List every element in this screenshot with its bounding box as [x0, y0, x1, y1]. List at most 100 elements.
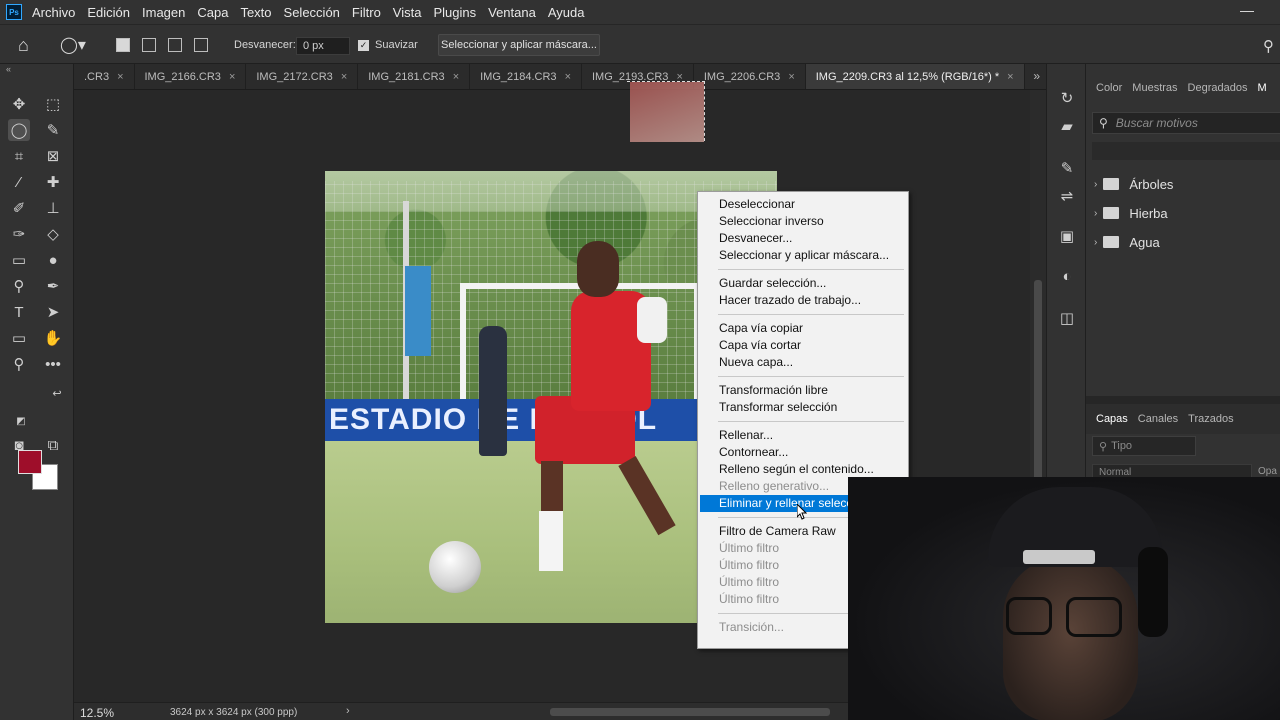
- brush-tool-icon[interactable]: ✐: [8, 197, 30, 219]
- tab-doc-6[interactable]: IMG_2206.CR3 ×: [694, 64, 806, 89]
- context-menu-item[interactable]: Capa vía cortar: [700, 337, 906, 354]
- context-menu-item[interactable]: Desvanecer...: [700, 230, 906, 247]
- libraries-icon[interactable]: ▣: [1057, 226, 1077, 246]
- context-menu-item[interactable]: Seleccionar inverso: [700, 213, 906, 230]
- close-icon[interactable]: ×: [1007, 71, 1013, 83]
- adjustments-icon[interactable]: ⇌: [1057, 186, 1077, 206]
- quick-select-tool-icon[interactable]: ✎: [42, 119, 64, 141]
- close-icon[interactable]: ×: [229, 71, 235, 83]
- context-menu-item[interactable]: Seleccionar y aplicar máscara...: [700, 247, 906, 264]
- tab-doc-1[interactable]: IMG_2166.CR3 ×: [135, 64, 247, 89]
- color-circle-icon[interactable]: ◐: [1057, 266, 1077, 286]
- select-and-mask-button[interactable]: Seleccionar y aplicar máscara...: [438, 34, 600, 56]
- tab-doc-active[interactable]: IMG_2209.CR3 al 12,5% (RGB/16*) * ×: [805, 64, 1025, 89]
- gradient-tool-icon[interactable]: ▭: [8, 249, 30, 271]
- tab-paths[interactable]: Trazados: [1188, 413, 1233, 425]
- zoom-tool-icon[interactable]: ⚲: [8, 353, 30, 375]
- healing-brush-tool-icon[interactable]: ✚: [42, 171, 64, 193]
- menu-imagen[interactable]: Imagen: [142, 5, 185, 20]
- swap-colors-icon[interactable]: ↩: [46, 382, 68, 404]
- context-menu-item[interactable]: Relleno según el contenido...: [700, 461, 906, 478]
- chevron-right-icon[interactable]: ›: [346, 705, 350, 717]
- tab-doc-0[interactable]: .CR3 ×: [74, 64, 135, 89]
- menu-archivo[interactable]: Archivo: [32, 5, 75, 20]
- hand-tool-icon[interactable]: ✋: [42, 327, 64, 349]
- menu-plugins[interactable]: Plugins: [433, 5, 476, 20]
- chevron-right-icon[interactable]: ›: [1094, 208, 1097, 219]
- tab-doc-2[interactable]: IMG_2172.CR3 ×: [246, 64, 359, 89]
- minimize-button[interactable]: —: [1240, 2, 1254, 18]
- blur-tool-icon[interactable]: ●: [42, 249, 64, 271]
- path-select-tool-icon[interactable]: ➤: [42, 301, 64, 323]
- tab-doc-4[interactable]: IMG_2184.CR3 ×: [470, 64, 582, 89]
- intersect-selection-icon[interactable]: [194, 25, 208, 65]
- frame-tool-icon[interactable]: ⊠: [42, 145, 64, 167]
- horizontal-scrollbar[interactable]: [550, 708, 830, 716]
- close-icon[interactable]: ×: [565, 71, 571, 83]
- folder-arboles[interactable]: › Árboles: [1094, 173, 1173, 195]
- context-menu-item[interactable]: Nueva capa...: [700, 354, 906, 371]
- collapse-icon[interactable]: «: [6, 64, 11, 74]
- crop-tool-icon[interactable]: ⌗: [8, 145, 30, 167]
- context-menu-item[interactable]: Deseleccionar: [700, 196, 906, 213]
- tab-channels[interactable]: Canales: [1138, 413, 1178, 425]
- folder-hierba[interactable]: › Hierba: [1094, 202, 1168, 224]
- eraser-tool-icon[interactable]: ◇: [42, 223, 64, 245]
- scroll-thumb[interactable]: [1034, 280, 1042, 480]
- rectangle-tool-icon[interactable]: ▭: [8, 327, 30, 349]
- chevron-right-icon[interactable]: ›: [1094, 237, 1097, 248]
- properties-icon[interactable]: ◫: [1057, 308, 1077, 328]
- history-panel-icon[interactable]: ↻: [1057, 88, 1077, 108]
- menu-ventana[interactable]: Ventana: [488, 5, 536, 20]
- search-icon[interactable]: ⚲: [1263, 37, 1274, 55]
- close-icon[interactable]: ×: [788, 71, 794, 83]
- context-menu-item[interactable]: Transformar selección: [700, 399, 906, 416]
- new-selection-icon[interactable]: [116, 25, 130, 65]
- pattern-search-input[interactable]: ⚲ Buscar motivos: [1092, 112, 1280, 134]
- context-menu-item[interactable]: Rellenar...: [700, 427, 906, 444]
- context-menu-item[interactable]: Transformación libre: [700, 382, 906, 399]
- brush-settings-icon[interactable]: ✎: [1057, 158, 1077, 178]
- menu-filtro[interactable]: Filtro: [352, 5, 381, 20]
- stamp-tool-icon[interactable]: ⊥: [42, 197, 64, 219]
- menu-capa[interactable]: Capa: [197, 5, 228, 20]
- foreground-color-swatch[interactable]: [18, 450, 42, 474]
- tab-color[interactable]: Color: [1096, 82, 1122, 94]
- menu-ayuda[interactable]: Ayuda: [548, 5, 585, 20]
- feather-input[interactable]: 0 px: [296, 37, 350, 55]
- tab-layers[interactable]: Capas: [1096, 413, 1128, 425]
- screen-mode-icon[interactable]: ⧉: [42, 434, 64, 456]
- smooth-checkbox[interactable]: ✓ Suavizar: [358, 25, 418, 65]
- more-tabs-icon[interactable]: »: [1033, 69, 1040, 83]
- tab-patterns[interactable]: M: [1257, 82, 1266, 94]
- subtract-selection-icon[interactable]: [168, 25, 182, 65]
- lasso-preset-icon[interactable]: ◯▾: [60, 25, 86, 65]
- tab-swatches[interactable]: Muestras: [1132, 82, 1177, 94]
- context-menu-item[interactable]: Guardar selección...: [700, 275, 906, 292]
- add-selection-icon[interactable]: [142, 25, 156, 65]
- close-icon[interactable]: ×: [117, 71, 123, 83]
- more-tools-icon[interactable]: •••: [42, 353, 64, 375]
- chevron-right-icon[interactable]: ›: [1094, 179, 1097, 190]
- menu-texto[interactable]: Texto: [240, 5, 271, 20]
- marquee-tool-icon[interactable]: ⬚: [42, 93, 64, 115]
- context-menu-item[interactable]: Hacer trazado de trabajo...: [700, 292, 906, 309]
- close-icon[interactable]: ×: [341, 71, 347, 83]
- panel-divider[interactable]: [1086, 396, 1280, 404]
- tab-gradients[interactable]: Degradados: [1188, 82, 1248, 94]
- zoom-level[interactable]: 12.5%: [80, 706, 114, 720]
- tab-doc-3[interactable]: IMG_2181.CR3 ×: [358, 64, 471, 89]
- home-icon[interactable]: ⌂: [18, 25, 38, 65]
- layer-filter-select[interactable]: ⚲ Tipo: [1092, 436, 1196, 456]
- context-menu-item[interactable]: Capa vía copiar: [700, 320, 906, 337]
- default-colors-icon[interactable]: ◩: [10, 410, 32, 432]
- close-icon[interactable]: ×: [453, 71, 459, 83]
- pen-tool-icon[interactable]: ✒: [42, 275, 64, 297]
- menu-seleccion[interactable]: Selección: [284, 5, 340, 20]
- move-tool-icon[interactable]: ✥: [8, 93, 30, 115]
- eyedropper-tool-icon[interactable]: ⁄: [8, 171, 30, 193]
- lasso-tool-icon[interactable]: ◯: [8, 119, 30, 141]
- context-menu-item[interactable]: Contornear...: [700, 444, 906, 461]
- comments-panel-icon[interactable]: ▰: [1057, 116, 1077, 136]
- dodge-tool-icon[interactable]: ⚲: [8, 275, 30, 297]
